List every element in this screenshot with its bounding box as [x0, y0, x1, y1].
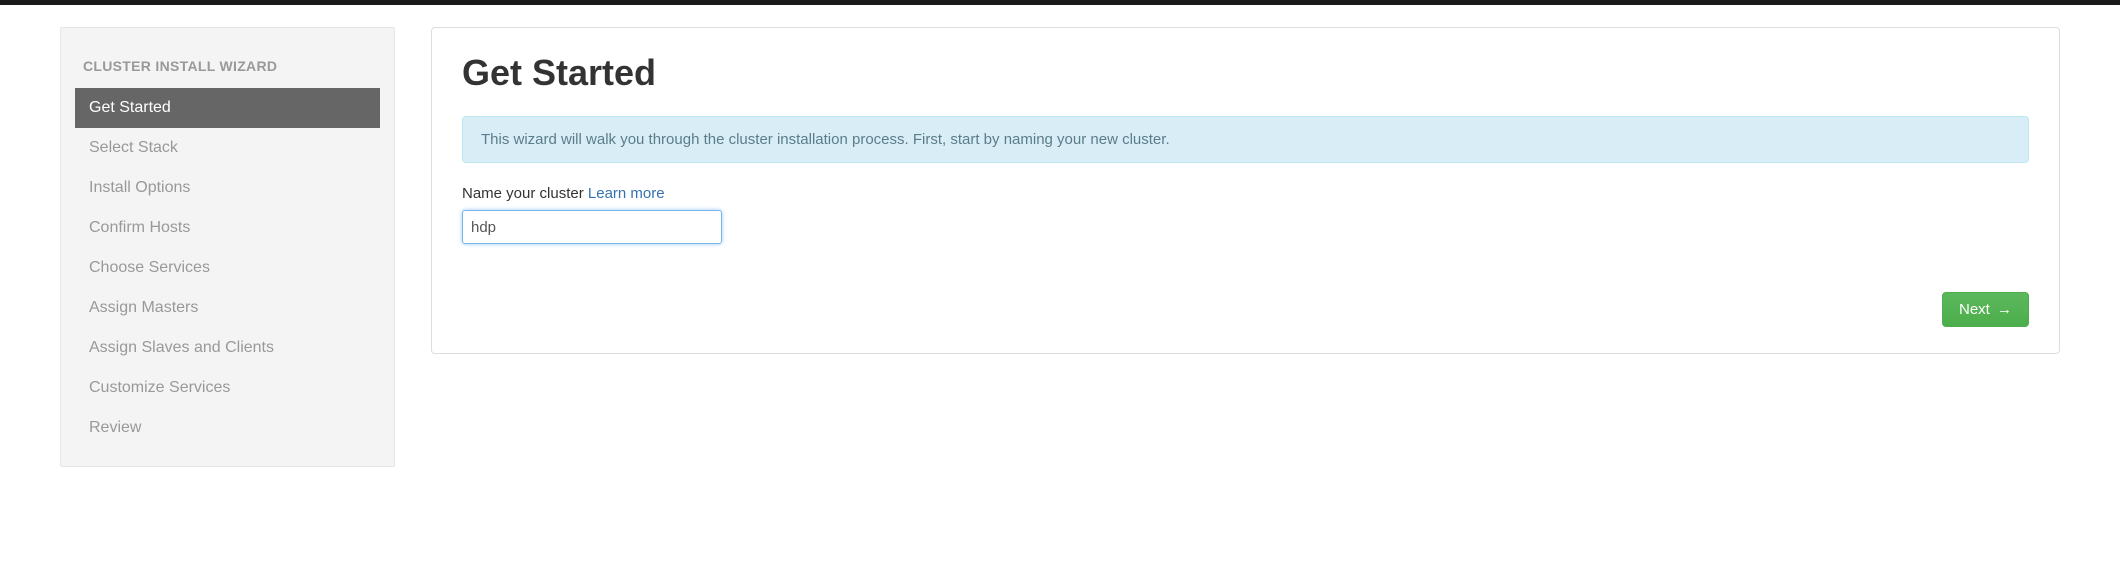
step-label: Customize Services — [89, 379, 230, 396]
wizard-container: CLUSTER INSTALL WIZARD Get Started Selec… — [0, 5, 2120, 467]
cluster-name-input[interactable] — [462, 210, 722, 244]
step-label: Choose Services — [89, 259, 210, 276]
step-label: Get Started — [89, 99, 171, 116]
step-customize-services[interactable]: Customize Services — [75, 368, 380, 408]
step-select-stack[interactable]: Select Stack — [75, 128, 380, 168]
step-get-started[interactable]: Get Started — [75, 88, 380, 128]
info-alert-text: This wizard will walk you through the cl… — [481, 131, 1170, 148]
wizard-sidebar: CLUSTER INSTALL WIZARD Get Started Selec… — [60, 27, 395, 467]
step-label: Confirm Hosts — [89, 219, 190, 236]
cluster-name-label-row: Name your cluster Learn more — [462, 185, 2029, 202]
wizard-steps-list: Get Started Select Stack Install Options… — [75, 88, 380, 448]
wizard-main-panel: Get Started This wizard will walk you th… — [431, 27, 2060, 354]
step-label: Assign Masters — [89, 299, 198, 316]
info-alert: This wizard will walk you through the cl… — [462, 116, 2029, 163]
step-label: Assign Slaves and Clients — [89, 339, 274, 356]
next-button-label: Next — [1959, 301, 1990, 318]
step-label: Select Stack — [89, 139, 178, 156]
step-choose-services[interactable]: Choose Services — [75, 248, 380, 288]
step-confirm-hosts[interactable]: Confirm Hosts — [75, 208, 380, 248]
learn-more-link[interactable]: Learn more — [588, 185, 665, 202]
next-button[interactable]: Next → — [1942, 292, 2029, 327]
sidebar-title: CLUSTER INSTALL WIZARD — [75, 46, 380, 88]
step-install-options[interactable]: Install Options — [75, 168, 380, 208]
step-label: Review — [89, 419, 141, 436]
button-row: Next → — [462, 292, 2029, 327]
page-title: Get Started — [462, 52, 2029, 94]
step-label: Install Options — [89, 179, 190, 196]
step-assign-slaves-clients[interactable]: Assign Slaves and Clients — [75, 328, 380, 368]
arrow-right-icon: → — [1997, 301, 2012, 318]
cluster-name-label: Name your cluster — [462, 185, 584, 202]
step-assign-masters[interactable]: Assign Masters — [75, 288, 380, 328]
step-review[interactable]: Review — [75, 408, 380, 448]
